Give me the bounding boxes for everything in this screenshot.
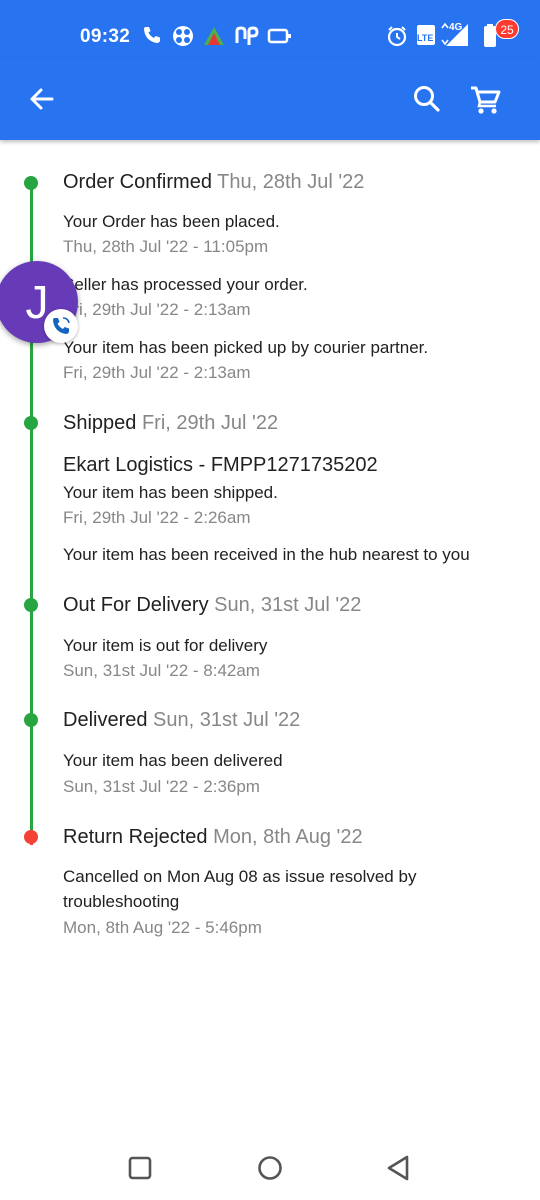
stage-dot-delivered [24,713,38,727]
recents-icon[interactable] [126,1154,154,1182]
stage-title: Return Rejected [63,826,208,848]
stage-date: Sun, 31st Jul '22 [153,709,301,731]
triangle-app-icon [204,27,224,45]
stage-title-return-rejected: Return Rejected Mon, 8th Aug '22 [63,826,363,849]
stage-title-delivered: Delivered Sun, 31st Jul '22 [63,709,300,732]
event-text: Seller has processed your order. [63,275,308,294]
stage-title: Out For Delivery [63,594,209,616]
back-nav-icon[interactable] [385,1154,413,1182]
phone-icon [144,27,160,43]
stage-date: Mon, 8th Aug '22 [213,826,363,848]
event-time: Fri, 29th Jul '22 - 2:13am [63,300,251,319]
home-icon[interactable] [256,1154,284,1182]
chat-head-call-badge[interactable] [44,309,78,343]
screen-icon [267,28,291,44]
event-text: Cancelled on Mon Aug 08 as issue resolve… [63,867,417,886]
stage-title-shipped: Shipped Fri, 29th Jul '22 [63,412,278,435]
stage-title-order-confirmed: Order Confirmed Thu, 28th Jul '22 [63,171,364,194]
event-text: Your item has been received in the hub n… [63,545,470,564]
event-text-continued: troubleshooting [63,892,180,911]
event-text: Your item has been picked up by courier … [63,338,429,357]
stage-date: Sun, 31st Jul '22 [214,594,362,616]
signal-4g-icon [441,22,468,46]
alarm-icon [387,26,407,47]
stage-title: Order Confirmed [63,171,212,193]
cart-count-badge: 25 [495,19,519,39]
stage-date: Thu, 28th Jul '22 [217,171,365,193]
stage-dot-return-rejected [24,830,38,844]
stage-title: Delivered [63,709,148,731]
status-time: 09:32 [80,26,131,47]
app-bar [0,57,540,140]
event-text: Your item is out for delivery [63,636,268,655]
event-time: Mon, 8th Aug '22 - 5:46pm [63,918,262,937]
stage-dot-order-confirmed [24,176,38,190]
event-time: Fri, 29th Jul '22 - 2:26am [63,508,251,527]
stage-dot-shipped [24,416,38,430]
call-icon [53,317,70,334]
event-text: Your item has been shipped. [63,483,278,502]
status-bar: 09:32 LTE 4G [0,0,540,57]
event-text: Your item has been delivered [63,751,283,770]
event-text: Your Order has been placed. [63,212,280,231]
event-time: Thu, 28th Jul '22 - 11:05pm [63,237,269,256]
stage-title-out-for-delivery: Out For Delivery Sun, 31st Jul '22 [63,594,361,617]
volte-label: LTE [417,33,434,43]
stage-date: Fri, 29th Jul '22 [141,412,279,434]
stage-title: Shipped [63,412,137,434]
cart-icon[interactable] [468,82,504,116]
back-arrow-icon[interactable] [26,83,58,115]
app-icon [173,26,193,46]
event-time: Fri, 29th Jul '22 - 2:13am [63,363,251,382]
event-time: Sun, 31st Jul '22 - 8:42am [63,661,260,680]
system-nav-bar [0,1130,540,1200]
stage-dot-out-for-delivery [24,598,38,612]
event-time: Sun, 31st Jul '22 - 2:36pm [63,777,260,796]
courier-tracking-id: Ekart Logistics - FMPP1271735202 [63,454,378,476]
search-icon[interactable] [412,84,442,114]
np-app-icon [235,26,259,45]
